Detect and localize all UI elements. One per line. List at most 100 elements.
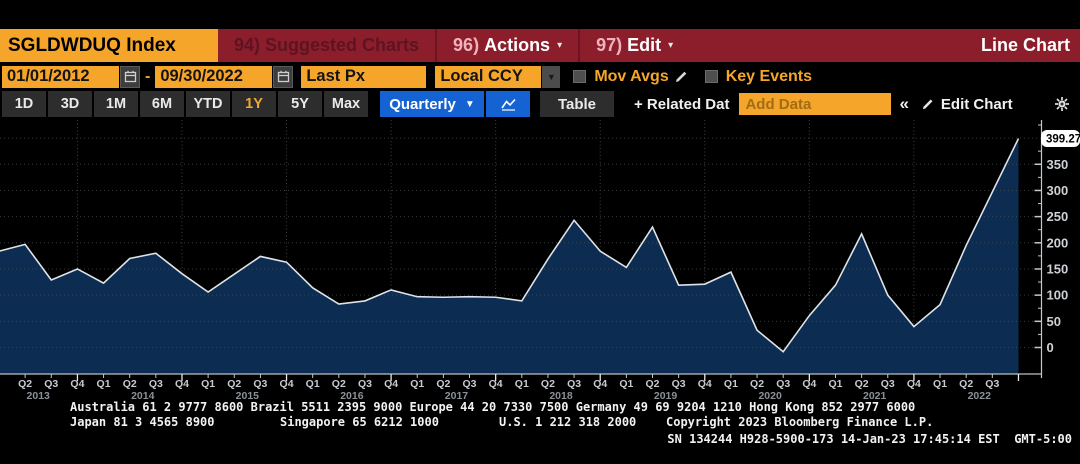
quarter-tick-label: Q1 [619, 378, 633, 390]
quarter-tick-label: Q2 [959, 378, 973, 390]
table-button[interactable]: Table [540, 91, 614, 117]
date-range-dash: - [145, 68, 150, 86]
currency-select[interactable]: Local CCY [435, 66, 541, 88]
key-events-checkbox[interactable] [705, 70, 718, 83]
year-tick-label: 2020 [758, 390, 782, 400]
quarter-tick-label: Q3 [463, 378, 477, 390]
quarter-tick-label: Q1 [515, 378, 529, 390]
range-button-1m[interactable]: 1M [94, 91, 138, 117]
settings-gear-button[interactable] [1054, 91, 1070, 117]
quarter-tick-label: Q2 [18, 378, 32, 390]
range-button-1y[interactable]: 1Y [232, 91, 276, 117]
y-tick-label: 150 [1047, 261, 1069, 276]
calendar-glyph [124, 70, 137, 83]
bloomberg-terminal-screen: { "titlebar": { "security": "SGLDWDUQ In… [0, 0, 1080, 464]
last-price-value: 399.27 [1046, 133, 1080, 145]
quarter-tick-label: Q1 [724, 378, 738, 390]
footer-japan: Japan 81 3 4565 8900 [70, 415, 215, 429]
quarter-tick-label: Q3 [567, 378, 581, 390]
range-button-5y[interactable]: 5Y [278, 91, 322, 117]
pencil-icon[interactable] [674, 69, 689, 84]
mov-avgs-checkbox[interactable] [573, 70, 586, 83]
quarter-tick-label: Q2 [541, 378, 555, 390]
quarter-tick-label: Q2 [332, 378, 346, 390]
quarter-tick-label: Q4 [802, 378, 816, 390]
calendar-icon[interactable] [273, 66, 293, 88]
range-button-ytd[interactable]: YTD [186, 91, 230, 117]
range-button-max[interactable]: Max [324, 91, 368, 117]
currency-dropdown-arrow[interactable]: ▼ [542, 66, 560, 88]
edit-menu[interactable]: 97) Edit ▾ [580, 29, 689, 62]
range-button-6m[interactable]: 6M [140, 91, 184, 117]
suggested-charts-menu[interactable]: 94) Suggested Charts [218, 29, 435, 62]
quarter-tick-label: Q3 [672, 378, 686, 390]
chevron-down-icon: ▾ [668, 40, 673, 51]
y-tick-label: 0 [1047, 340, 1054, 355]
quarter-tick-label: Q4 [489, 378, 503, 390]
year-tick-label: 2015 [236, 390, 260, 400]
quarter-tick-label: Q1 [306, 378, 320, 390]
y-tick-label: 200 [1047, 235, 1069, 250]
y-tick-label: 350 [1047, 157, 1069, 172]
gear-icon [1054, 96, 1070, 112]
chevron-down-icon: ▼ [465, 99, 475, 110]
footer-singapore: Singapore 65 6212 1000 [280, 415, 439, 429]
quarter-tick-label: Q4 [698, 378, 712, 390]
quarter-tick-label: Q3 [985, 378, 999, 390]
range-button-3d[interactable]: 3D [48, 91, 92, 117]
related-data-button[interactable]: + Related Dat [634, 91, 729, 117]
price-chart[interactable]: 050100150200250300350Q2Q3Q4Q1Q2Q3Q4Q1Q2Q… [0, 118, 1080, 400]
quarter-tick-label: Q4 [593, 378, 607, 390]
year-tick-label: 2013 [27, 390, 51, 400]
actions-shortcut: 96) [453, 35, 479, 56]
date-from-input[interactable]: 01/01/2012 [2, 66, 119, 88]
chart-type-title: Line Chart [981, 29, 1080, 62]
chart-settings-row: 01/01/2012 - 09/30/2022 Last Px Local CC… [0, 63, 1080, 90]
footer-session-info: SN 134244 H928-5900-173 14-Jan-23 17:45:… [667, 432, 1072, 446]
quarter-tick-label: Q4 [175, 378, 189, 390]
quarter-tick-label: Q1 [933, 378, 947, 390]
period-select[interactable]: Quarterly ▼ [380, 91, 484, 117]
year-tick-label: 2017 [445, 390, 469, 400]
chart-toolbar: 1D 3D 1M 6M YTD 1Y 5Y Max Quarterly ▼ Ta… [0, 91, 1080, 117]
quarter-tick-label: Q1 [97, 378, 111, 390]
quarter-tick-label: Q3 [253, 378, 267, 390]
footer-us: U.S. 1 212 318 2000 [499, 415, 636, 429]
line-chart-icon [500, 97, 517, 111]
year-tick-label: 2018 [549, 390, 573, 400]
actions-menu[interactable]: 96) Actions ▾ [437, 29, 578, 62]
quarter-tick-label: Q2 [436, 378, 450, 390]
y-tick-label: 250 [1047, 209, 1069, 224]
last-price-tag: 399.27 [1041, 130, 1080, 147]
quarter-tick-label: Q2 [123, 378, 137, 390]
y-tick-label: 300 [1047, 183, 1069, 198]
quarter-tick-label: Q1 [410, 378, 424, 390]
quarter-tick-label: Q3 [881, 378, 895, 390]
title-bar: SGLDWDUQ Index 94) Suggested Charts 96) … [0, 29, 1080, 62]
footer-copyright: Copyright 2023 Bloomberg Finance L.P. [666, 415, 933, 429]
key-events-label[interactable]: Key Events [726, 68, 812, 86]
quarter-tick-label: Q4 [280, 378, 294, 390]
area-fill [0, 138, 1019, 374]
line-chart-type-button[interactable] [486, 91, 530, 117]
quarter-tick-label: Q2 [645, 378, 659, 390]
year-tick-label: 2014 [131, 390, 155, 400]
date-to-input[interactable]: 09/30/2022 [155, 66, 272, 88]
quarter-labels: Q2 Q3 Q4 Q1 Q2 Q3 Q4 Q1 Q2 Q3 Q4 Q1 Q2 Q3 Q4 Q1 Q2 Q3 Q4 Q1… [18, 378, 999, 390]
quarter-tick-label: Q3 [776, 378, 790, 390]
calendar-icon[interactable] [120, 66, 140, 88]
year-labels: 2013201420152016201720182019202020212022 [27, 390, 992, 400]
quarter-tick-label: Q4 [384, 378, 398, 390]
collapse-button[interactable]: « [899, 91, 908, 117]
calendar-glyph [277, 70, 290, 83]
mov-avgs-label[interactable]: Mov Avgs [594, 68, 668, 86]
pencil-icon [921, 97, 935, 111]
quarter-tick-label: Q2 [750, 378, 764, 390]
security-ticker[interactable]: SGLDWDUQ Index [0, 29, 218, 62]
add-data-input[interactable] [739, 93, 891, 115]
edit-chart-button[interactable]: Edit Chart [921, 91, 1013, 117]
range-button-1d[interactable]: 1D [2, 91, 46, 117]
price-field-select[interactable]: Last Px [301, 66, 426, 88]
quarter-tick-label: Q1 [201, 378, 215, 390]
line-chart-canvas[interactable]: 050100150200250300350Q2Q3Q4Q1Q2Q3Q4Q1Q2Q… [0, 118, 1080, 400]
